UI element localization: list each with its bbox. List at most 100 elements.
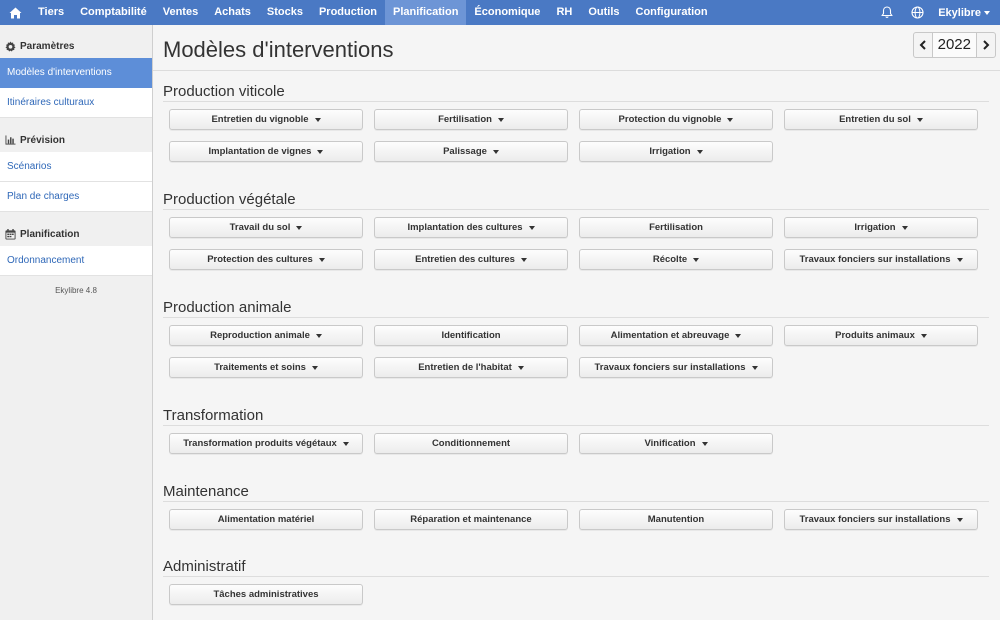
nav-item-economique[interactable]: Économique <box>466 0 548 25</box>
intervention-button[interactable]: Palissage <box>374 141 568 162</box>
intervention-button[interactable]: Fertilisation <box>579 217 773 238</box>
section-0: Production viticole Entretien du vignoble… <box>163 82 989 162</box>
intervention-button[interactable]: Identification <box>374 325 568 346</box>
caret-down-icon <box>520 257 527 262</box>
intervention-button[interactable]: Vinification <box>579 433 773 454</box>
sidebar-group-parametres: Paramètres <box>0 34 152 58</box>
section-2: Production animale Reproduction animale Id… <box>163 298 989 378</box>
bar-chart-icon <box>5 135 16 145</box>
nav-item-tiers[interactable]: Tiers <box>30 0 72 25</box>
intervention-button[interactable]: Entretien des cultures <box>374 249 568 270</box>
intervention-button-label: Identification <box>441 330 501 341</box>
caret-down-icon <box>315 333 322 338</box>
home-icon[interactable] <box>0 0 30 25</box>
intervention-button-label: Travaux fonciers sur installations <box>799 254 951 265</box>
intervention-button-label: Protection des cultures <box>207 254 313 265</box>
sidebar-group-title: Paramètres <box>20 40 75 52</box>
intervention-button[interactable]: Produits animaux <box>784 325 978 346</box>
nav-item-achats[interactable]: Achats <box>206 0 259 25</box>
caret-down-icon <box>492 149 499 154</box>
intervention-button[interactable]: Irrigation <box>579 141 773 162</box>
intervention-button[interactable]: Protection du vignoble <box>579 109 773 130</box>
intervention-button-label: Palissage <box>443 146 487 157</box>
intervention-button-label: Récolte <box>652 254 688 265</box>
intervention-button[interactable]: Manutention <box>579 509 773 530</box>
nav-item-ventes[interactable]: Ventes <box>155 0 206 25</box>
intervention-button[interactable]: Tâches administratives <box>169 584 363 605</box>
intervention-button-label: Réparation et maintenance <box>410 514 532 525</box>
caret-down-icon <box>314 117 321 122</box>
intervention-button-label: Vinification <box>644 438 696 449</box>
section-5: Administratif Tâches administratives <box>163 557 989 605</box>
intervention-button[interactable]: Protection des cultures <box>169 249 363 270</box>
section-title: Transformation <box>163 406 989 426</box>
intervention-button-label: Travail du sol <box>229 222 291 233</box>
sidebar-item-itineraires-culturaux[interactable]: Itinéraires culturaux <box>0 88 152 118</box>
intervention-button[interactable]: Traitements et soins <box>169 357 363 378</box>
intervention-button[interactable]: Travail du sol <box>169 217 363 238</box>
nav-item-planification[interactable]: Planification <box>385 0 467 25</box>
sidebar-item-modeles-interventions[interactable]: Modèles d'interventions <box>0 58 152 88</box>
nav-item-outils[interactable]: Outils <box>580 0 627 25</box>
nav-item-stocks[interactable]: Stocks <box>259 0 311 25</box>
caret-down-icon <box>916 117 923 122</box>
sidebar-group-title: Prévision <box>20 134 66 146</box>
sidebar-item-ordonnancement[interactable]: Ordonnancement <box>0 246 152 276</box>
calendar-icon <box>5 228 16 240</box>
section-title: Production animale <box>163 298 989 318</box>
intervention-button[interactable]: Implantation des cultures <box>374 217 568 238</box>
intervention-button[interactable]: Entretien de l'habitat <box>374 357 568 378</box>
main-content: Modèles d'interventions 2022 Production … <box>153 25 1000 620</box>
intervention-button[interactable]: Entretien du vignoble <box>169 109 363 130</box>
nav-item-production[interactable]: Production <box>311 0 385 25</box>
intervention-button[interactable]: Irrigation <box>784 217 978 238</box>
caret-down-icon <box>901 225 908 230</box>
intervention-button[interactable]: Récolte <box>579 249 773 270</box>
intervention-button[interactable]: Travaux fonciers sur installations <box>784 249 978 270</box>
caret-down-icon <box>528 225 535 230</box>
section-1: Production végétale Travail du sol Implant… <box>163 190 989 270</box>
sidebar-group-prevision: Prévision <box>0 128 152 152</box>
intervention-button-label: Entretien des cultures <box>415 254 515 265</box>
page-title: Modèles d'interventions <box>163 37 394 62</box>
next-year-button[interactable] <box>977 33 995 57</box>
caret-down-icon <box>497 117 504 122</box>
section-title: Production viticole <box>163 82 989 102</box>
bell-icon[interactable] <box>872 0 902 25</box>
section-4: Maintenance Alimentation matériel Réparati… <box>163 482 989 530</box>
section-title: Production végétale <box>163 190 989 210</box>
sidebar-item-plan-de-charges[interactable]: Plan de charges <box>0 182 152 212</box>
sidebar: Paramètres Modèles d'interventions Itiné… <box>0 25 153 620</box>
intervention-button-label: Irrigation <box>649 146 691 157</box>
user-menu[interactable]: Ekylibre <box>932 7 1000 19</box>
intervention-button[interactable]: Réparation et maintenance <box>374 509 568 530</box>
caret-down-icon <box>311 365 318 370</box>
intervention-button[interactable]: Fertilisation <box>374 109 568 130</box>
intervention-button-label: Tâches administratives <box>213 589 319 600</box>
nav-item-rh[interactable]: RH <box>548 0 580 25</box>
intervention-button[interactable]: Implantation de vignes <box>169 141 363 162</box>
intervention-button[interactable]: Transformation produits végétaux <box>169 433 363 454</box>
nav-item-comptabilite[interactable]: Comptabilité <box>72 0 155 25</box>
globe-icon[interactable] <box>902 0 932 25</box>
intervention-button-label: Irrigation <box>854 222 896 233</box>
caret-down-icon <box>318 257 325 262</box>
intervention-button-label: Entretien du sol <box>839 114 911 125</box>
intervention-button[interactable]: Travaux fonciers sur installations <box>579 357 773 378</box>
intervention-button[interactable]: Conditionnement <box>374 433 568 454</box>
intervention-button[interactable]: Travaux fonciers sur installations <box>784 509 978 530</box>
caret-down-icon <box>296 225 303 230</box>
intervention-button[interactable]: Alimentation matériel <box>169 509 363 530</box>
intervention-button[interactable]: Alimentation et abreuvage <box>579 325 773 346</box>
intervention-button-label: Transformation produits végétaux <box>183 438 337 449</box>
intervention-button-label: Alimentation et abreuvage <box>610 330 730 341</box>
previous-year-button[interactable] <box>914 33 932 57</box>
intervention-button[interactable]: Reproduction animale <box>169 325 363 346</box>
caret-down-icon <box>317 149 324 154</box>
nav-item-configuration[interactable]: Configuration <box>628 0 716 25</box>
sidebar-item-scenarios[interactable]: Scénarios <box>0 152 152 182</box>
current-year: 2022 <box>931 33 977 57</box>
intervention-button-label: Fertilisation <box>649 222 703 233</box>
intervention-button[interactable]: Entretien du sol <box>784 109 978 130</box>
caret-down-icon <box>956 517 963 522</box>
